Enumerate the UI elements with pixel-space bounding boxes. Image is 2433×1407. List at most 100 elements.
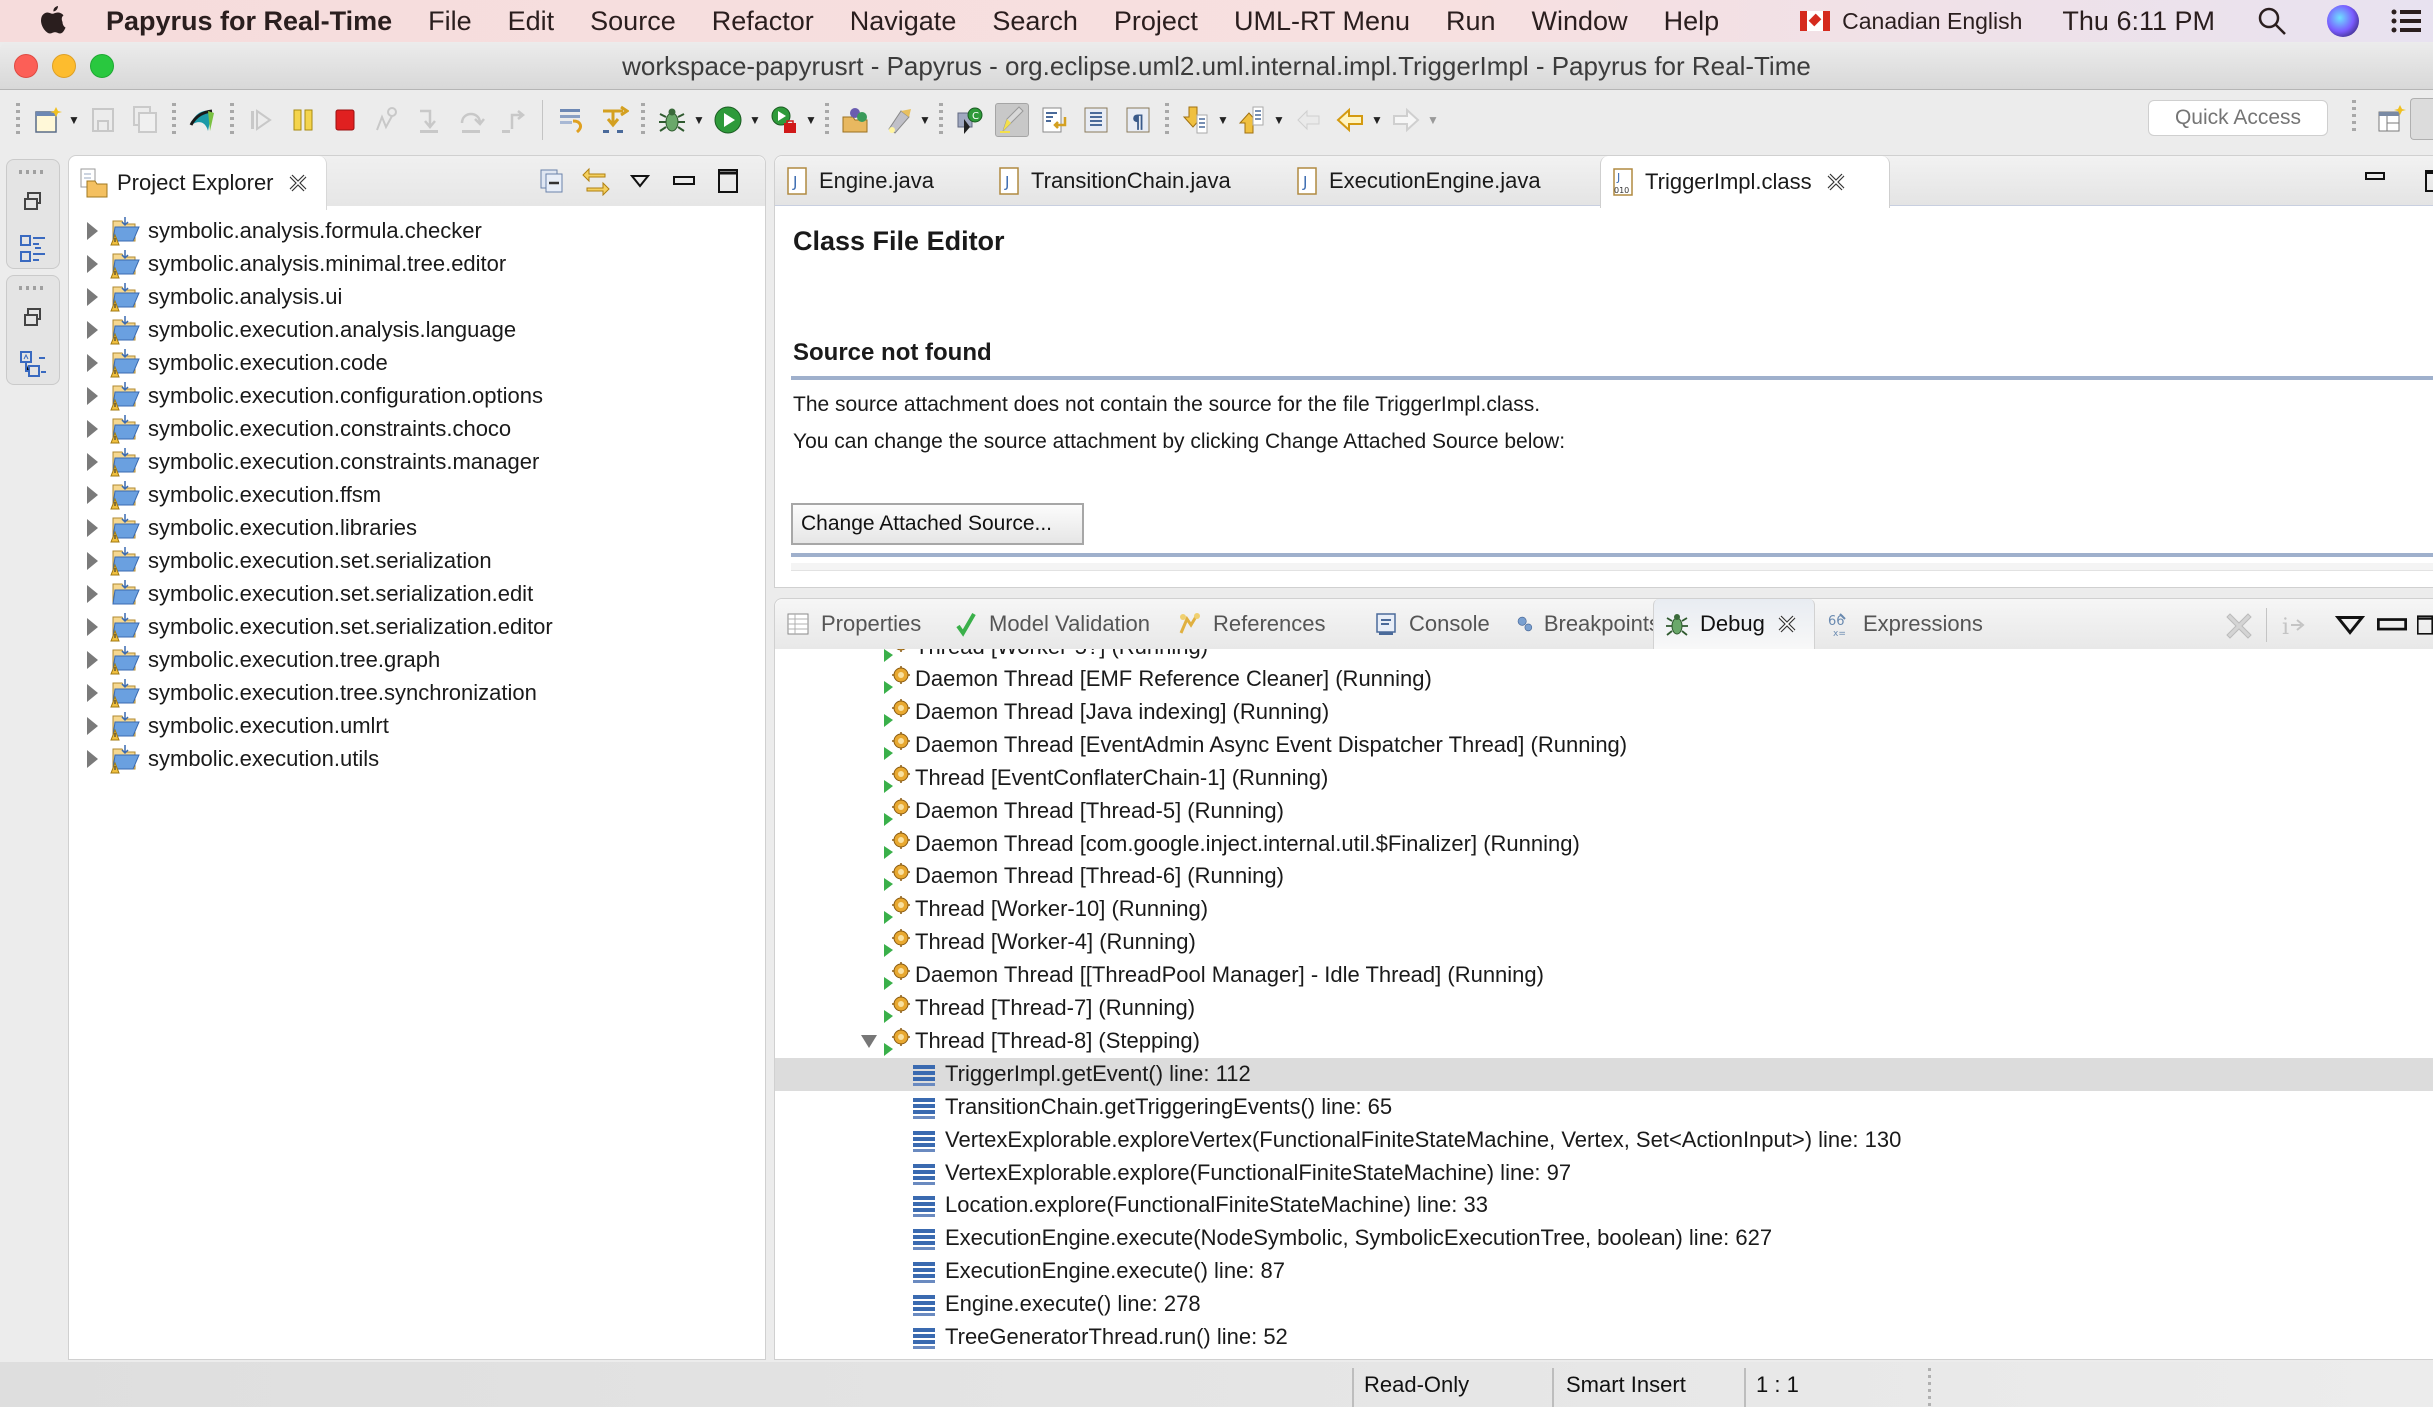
apple-icon[interactable] [38, 4, 68, 38]
thread-row[interactable]: Daemon Thread [[ThreadPool Manager] - Id… [775, 959, 2433, 992]
thread-row[interactable]: Daemon Thread [EMF Reference Cleaner] (R… [775, 663, 2433, 696]
expand-arrow-icon[interactable] [87, 221, 98, 240]
collapse-all-button[interactable] [535, 164, 569, 198]
menu-refactor[interactable]: Refactor [712, 6, 814, 37]
outline-view-button[interactable] [16, 232, 50, 266]
project-tree-item[interactable]: symbolic.execution.code [69, 346, 765, 379]
external-tools-button[interactable] [767, 103, 801, 137]
forward-dropdown[interactable]: ▼ [1427, 103, 1439, 137]
canada-flag-icon[interactable] [1800, 11, 1831, 31]
tab-model-validation[interactable]: Model Validation [943, 599, 1165, 649]
link-with-editor-button[interactable] [579, 164, 613, 198]
tab-breakpoints[interactable]: Breakpoints [1506, 599, 1672, 649]
expand-arrow-icon[interactable] [87, 254, 98, 273]
thread-row[interactable]: Daemon Thread [EventAdmin Async Event Di… [775, 729, 2433, 762]
debug-maximize-button[interactable] [2417, 608, 2433, 642]
menu-window[interactable]: Window [1532, 6, 1628, 37]
next-annotation-dropdown[interactable]: ▼ [1217, 103, 1229, 137]
tab-project-explorer[interactable]: Project Explorer [69, 156, 327, 210]
project-tree-item[interactable]: symbolic.execution.constraints.choco [69, 412, 765, 445]
editor-tab[interactable]: J TransitionChain.java [987, 156, 1277, 206]
expand-arrow-icon[interactable] [87, 353, 98, 372]
trim-grip[interactable] [19, 286, 47, 290]
block-selection-button[interactable] [1079, 103, 1113, 137]
search-tool-button[interactable] [881, 103, 915, 137]
thread-row[interactable]: Daemon Thread [Java indexing] (Running) [775, 696, 2433, 729]
editor-tab[interactable]: J Engine.java [775, 156, 975, 206]
debug-button[interactable] [655, 103, 689, 137]
view-menu-button[interactable] [623, 164, 657, 198]
external-tools-dropdown[interactable]: ▼ [805, 103, 817, 137]
project-tree-item[interactable]: symbolic.execution.libraries [69, 511, 765, 544]
word-wrap-button[interactable] [1037, 103, 1071, 137]
open-perspective-button[interactable] [2374, 102, 2408, 136]
menu-source[interactable]: Source [590, 6, 676, 37]
editor-maximize-button[interactable] [2425, 170, 2433, 192]
editor-tab[interactable]: J 010 TriggerImpl.class [1600, 156, 1890, 208]
open-type-button[interactable] [839, 103, 873, 137]
clock[interactable]: Thu 6:11 PM [2062, 6, 2215, 37]
stack-frame-row[interactable]: Engine.execute() line: 278 [775, 1288, 2433, 1321]
tab-references[interactable]: References [1167, 599, 1357, 649]
maximize-view-button[interactable] [711, 164, 745, 198]
papyrus-button[interactable] [186, 103, 220, 137]
expand-arrow-icon[interactable] [87, 452, 98, 471]
expand-arrow-icon[interactable] [87, 650, 98, 669]
menu-navigate[interactable]: Navigate [850, 6, 957, 37]
project-tree-item[interactable]: symbolic.execution.tree.graph [69, 643, 765, 676]
menu-file[interactable]: File [428, 6, 472, 37]
resume-button[interactable] [244, 103, 278, 137]
stack-frame-row[interactable]: VertexExplorable.explore(FunctionalFinit… [775, 1157, 2433, 1190]
project-tree-item[interactable]: symbolic.execution.constraints.manager [69, 445, 765, 478]
thread-row[interactable]: Daemon Thread [com.google.inject.interna… [775, 828, 2433, 861]
stack-frame-row[interactable]: Location.explore(FunctionalFiniteStateMa… [775, 1189, 2433, 1222]
mark-occurrences-button[interactable] [995, 103, 1029, 137]
stepping-thread-row[interactable]: Thread [Thread-8] (Stepping) [775, 1025, 2433, 1058]
project-tree-item[interactable]: symbolic.analysis.formula.checker [69, 214, 765, 247]
project-tree-item[interactable]: symbolic.execution.set.serialization.edi… [69, 610, 765, 643]
expand-arrow-icon[interactable] [87, 716, 98, 735]
expand-arrow-icon[interactable] [87, 386, 98, 405]
new-button[interactable] [30, 103, 64, 137]
spotlight-search-icon[interactable] [2257, 6, 2287, 36]
menu-project[interactable]: Project [1114, 6, 1198, 37]
menu-run[interactable]: Run [1446, 6, 1496, 37]
expand-arrow-icon[interactable] [87, 551, 98, 570]
step-over-button[interactable] [454, 103, 488, 137]
back-dropdown[interactable]: ▼ [1371, 103, 1383, 137]
input-language[interactable]: Canadian English [1842, 8, 2022, 35]
expand-arrow-icon[interactable] [87, 749, 98, 768]
notification-center-icon[interactable] [2391, 8, 2421, 34]
thread-row[interactable]: Thread [Thread-7] (Running) [775, 992, 2433, 1025]
forward-button[interactable] [1389, 103, 1423, 137]
quick-access-input[interactable] [2148, 100, 2328, 136]
menu-edit[interactable]: Edit [508, 6, 555, 37]
collapse-arrow-icon[interactable] [861, 1034, 877, 1048]
debug-dropdown[interactable]: ▼ [693, 103, 705, 137]
project-tree-item[interactable]: symbolic.execution.umlrt [69, 709, 765, 742]
stack-frame-row[interactable]: TriggerImpl.getEvent() line: 112 [775, 1057, 2433, 1091]
expand-arrow-icon[interactable] [87, 287, 98, 306]
open-task-button[interactable]: C [953, 103, 987, 137]
show-debug-info-button[interactable]: i [2277, 608, 2311, 642]
suspend-button[interactable] [286, 103, 320, 137]
project-tree-item[interactable]: symbolic.execution.analysis.language [69, 313, 765, 346]
project-tree-item[interactable]: symbolic.execution.set.serialization [69, 544, 765, 577]
disconnect-button[interactable] [370, 103, 404, 137]
project-tree-item[interactable]: symbolic.analysis.minimal.tree.editor [69, 247, 765, 280]
search-dropdown[interactable]: ▼ [919, 103, 931, 137]
siri-icon[interactable] [2327, 5, 2359, 37]
project-tree-item[interactable]: symbolic.execution.configuration.options [69, 379, 765, 412]
close-icon[interactable] [1826, 172, 1846, 192]
previous-annotation-dropdown[interactable]: ▼ [1273, 103, 1285, 137]
restore-button[interactable] [16, 184, 50, 218]
save-button[interactable] [86, 103, 120, 137]
thread-row[interactable]: Thread [EventConflaterChain-1] (Running) [775, 762, 2433, 795]
debug-view-menu-button[interactable] [2333, 608, 2367, 642]
restore-button[interactable] [16, 300, 50, 334]
new-dropdown[interactable]: ▼ [68, 103, 80, 137]
project-tree-item[interactable]: symbolic.execution.set.serialization.edi… [69, 577, 765, 610]
editor-minimize-button[interactable] [2365, 172, 2385, 180]
menu-umlrt[interactable]: UML-RT Menu [1234, 6, 1410, 37]
stack-frame-row[interactable]: ExecutionEngine.execute() line: 87 [775, 1255, 2433, 1288]
